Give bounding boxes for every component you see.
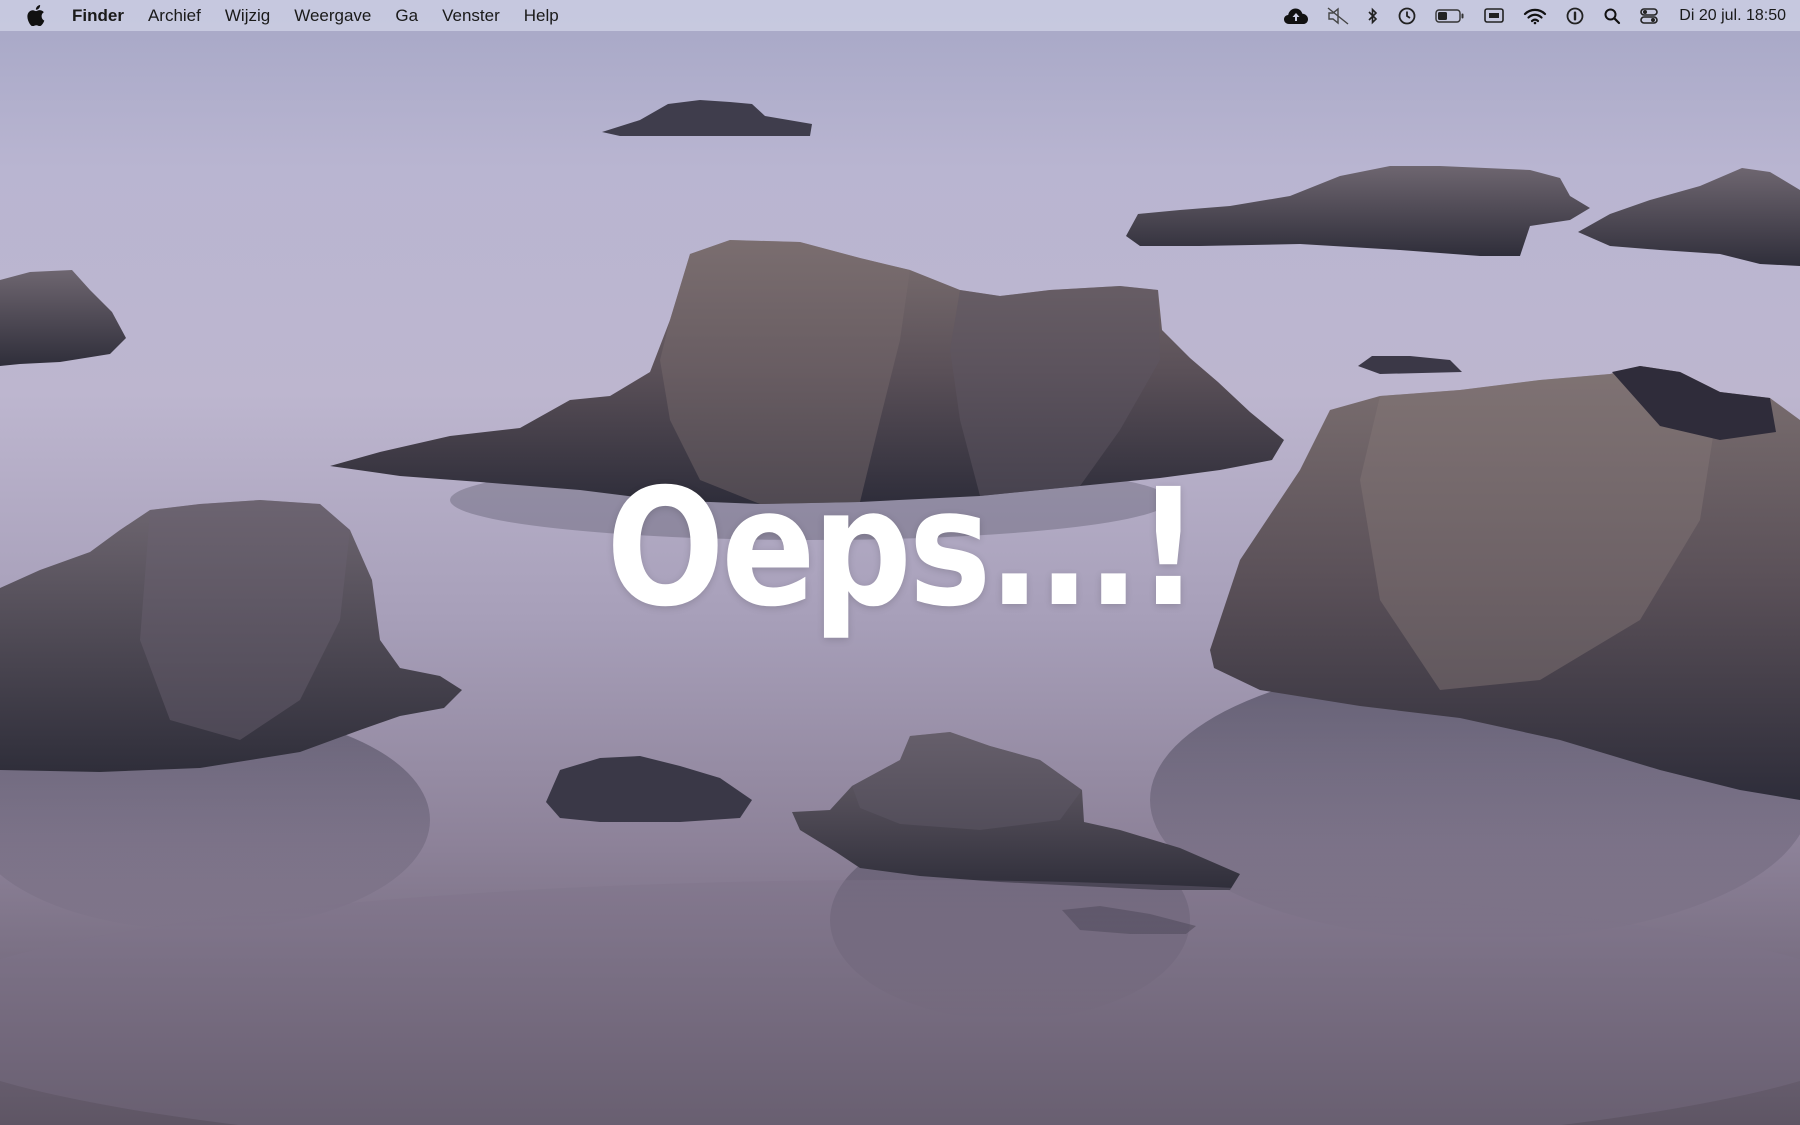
menu-venster[interactable]: Venster xyxy=(442,0,500,31)
apple-logo-icon[interactable] xyxy=(24,4,48,28)
mute-icon[interactable] xyxy=(1327,0,1349,31)
control-center-icon[interactable] xyxy=(1639,0,1659,31)
icloud-upload-icon[interactable] xyxy=(1283,0,1309,31)
menu-finder[interactable]: Finder xyxy=(72,0,124,31)
desktop: Finder Archief Wijzig Weergave Ga Venste… xyxy=(0,0,1800,1125)
search-icon[interactable] xyxy=(1603,0,1621,31)
overlay-headline: Oeps...! xyxy=(606,455,1200,643)
battery-icon[interactable] xyxy=(1435,0,1465,31)
user-icon[interactable] xyxy=(1565,0,1585,31)
bluetooth-icon[interactable] xyxy=(1367,0,1379,31)
menu-weergave[interactable]: Weergave xyxy=(294,0,371,31)
screen-display-icon[interactable] xyxy=(1483,0,1505,31)
wifi-icon[interactable] xyxy=(1523,0,1547,31)
menu-help[interactable]: Help xyxy=(524,0,559,31)
menu-ga[interactable]: Ga xyxy=(395,0,418,31)
time-machine-icon[interactable] xyxy=(1397,0,1417,31)
menu-archief[interactable]: Archief xyxy=(148,0,201,31)
menu-bar: Finder Archief Wijzig Weergave Ga Venste… xyxy=(0,0,1800,31)
menu-bar-clock[interactable]: Di 20 jul. 18:50 xyxy=(1679,0,1786,31)
menu-wijzig[interactable]: Wijzig xyxy=(225,0,270,31)
